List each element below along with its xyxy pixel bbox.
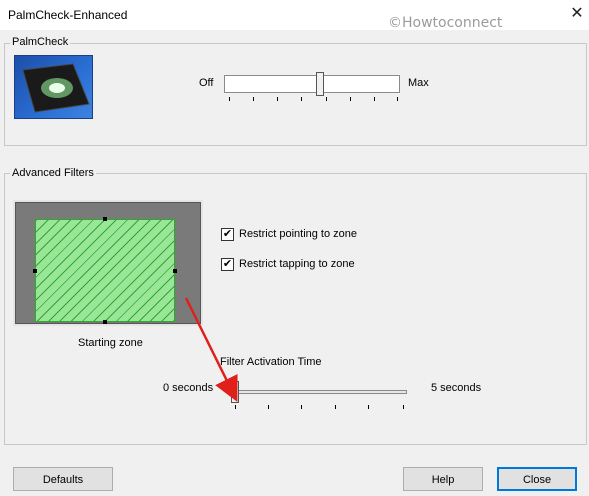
filter-time-tick — [301, 405, 302, 409]
palmcheck-group-label: PalmCheck — [10, 36, 71, 48]
filter-time-tick — [403, 405, 404, 409]
window-title: PalmCheck-Enhanced — [8, 8, 128, 22]
close-icon[interactable]: ✕ — [568, 4, 586, 24]
palmcheck-tick — [229, 97, 230, 101]
filter-time-tick — [268, 405, 269, 409]
zone-handle-left[interactable] — [33, 269, 37, 273]
zone-handle-top[interactable] — [103, 217, 107, 221]
watermark: ©Howtoconnect — [388, 15, 503, 31]
palmcheck-tick — [326, 97, 327, 101]
filter-time-tick — [368, 405, 369, 409]
palmcheck-tick — [397, 97, 398, 101]
restrict-pointing-checkbox[interactable]: ✔ — [221, 228, 234, 241]
defaults-button[interactable]: Defaults — [13, 467, 113, 491]
zone-handle-bottom[interactable] — [103, 320, 107, 324]
palmcheck-tick — [374, 97, 375, 101]
zone-handle-right[interactable] — [173, 269, 177, 273]
title-bar: PalmCheck-Enhanced ©Howtoconnect ✕ — [0, 0, 589, 31]
filter-time-slider-thumb[interactable] — [231, 381, 239, 403]
filter-time-slider-track — [235, 390, 407, 394]
restrict-pointing-option[interactable]: ✔ Restrict pointing to zone — [221, 227, 421, 243]
starting-zone-caption: Starting zone — [78, 337, 143, 349]
filter-time-max-label: 5 seconds — [431, 382, 482, 394]
restrict-tapping-checkbox[interactable]: ✔ — [221, 258, 234, 271]
restrict-pointing-label: Restrict pointing to zone — [239, 228, 358, 240]
starting-zone-area[interactable] — [35, 219, 175, 322]
palmcheck-off-label: Off — [199, 77, 214, 89]
filter-time-title: Filter Activation Time — [220, 356, 322, 368]
palmcheck-slider-thumb[interactable] — [316, 72, 324, 96]
touchpad-icon — [14, 55, 93, 119]
palmcheck-tick — [277, 97, 278, 101]
palmcheck-tick — [350, 97, 351, 101]
close-button[interactable]: Close — [497, 467, 577, 491]
filter-time-slider[interactable] — [231, 381, 407, 407]
help-button[interactable]: Help — [403, 467, 483, 491]
palmcheck-max-label: Max — [408, 77, 429, 89]
palmcheck-slider-track — [224, 75, 400, 93]
restrict-tapping-option[interactable]: ✔ Restrict tapping to zone — [221, 257, 421, 273]
zone-editor[interactable] — [13, 200, 203, 326]
filter-time-min-label: 0 seconds — [163, 382, 214, 394]
palmcheck-tick — [253, 97, 254, 101]
advanced-filters-group-label: Advanced Filters — [10, 167, 96, 179]
filter-time-tick — [235, 405, 236, 409]
restrict-tapping-label: Restrict tapping to zone — [239, 258, 355, 270]
filter-time-tick — [335, 405, 336, 409]
palmcheck-tick — [301, 97, 302, 101]
